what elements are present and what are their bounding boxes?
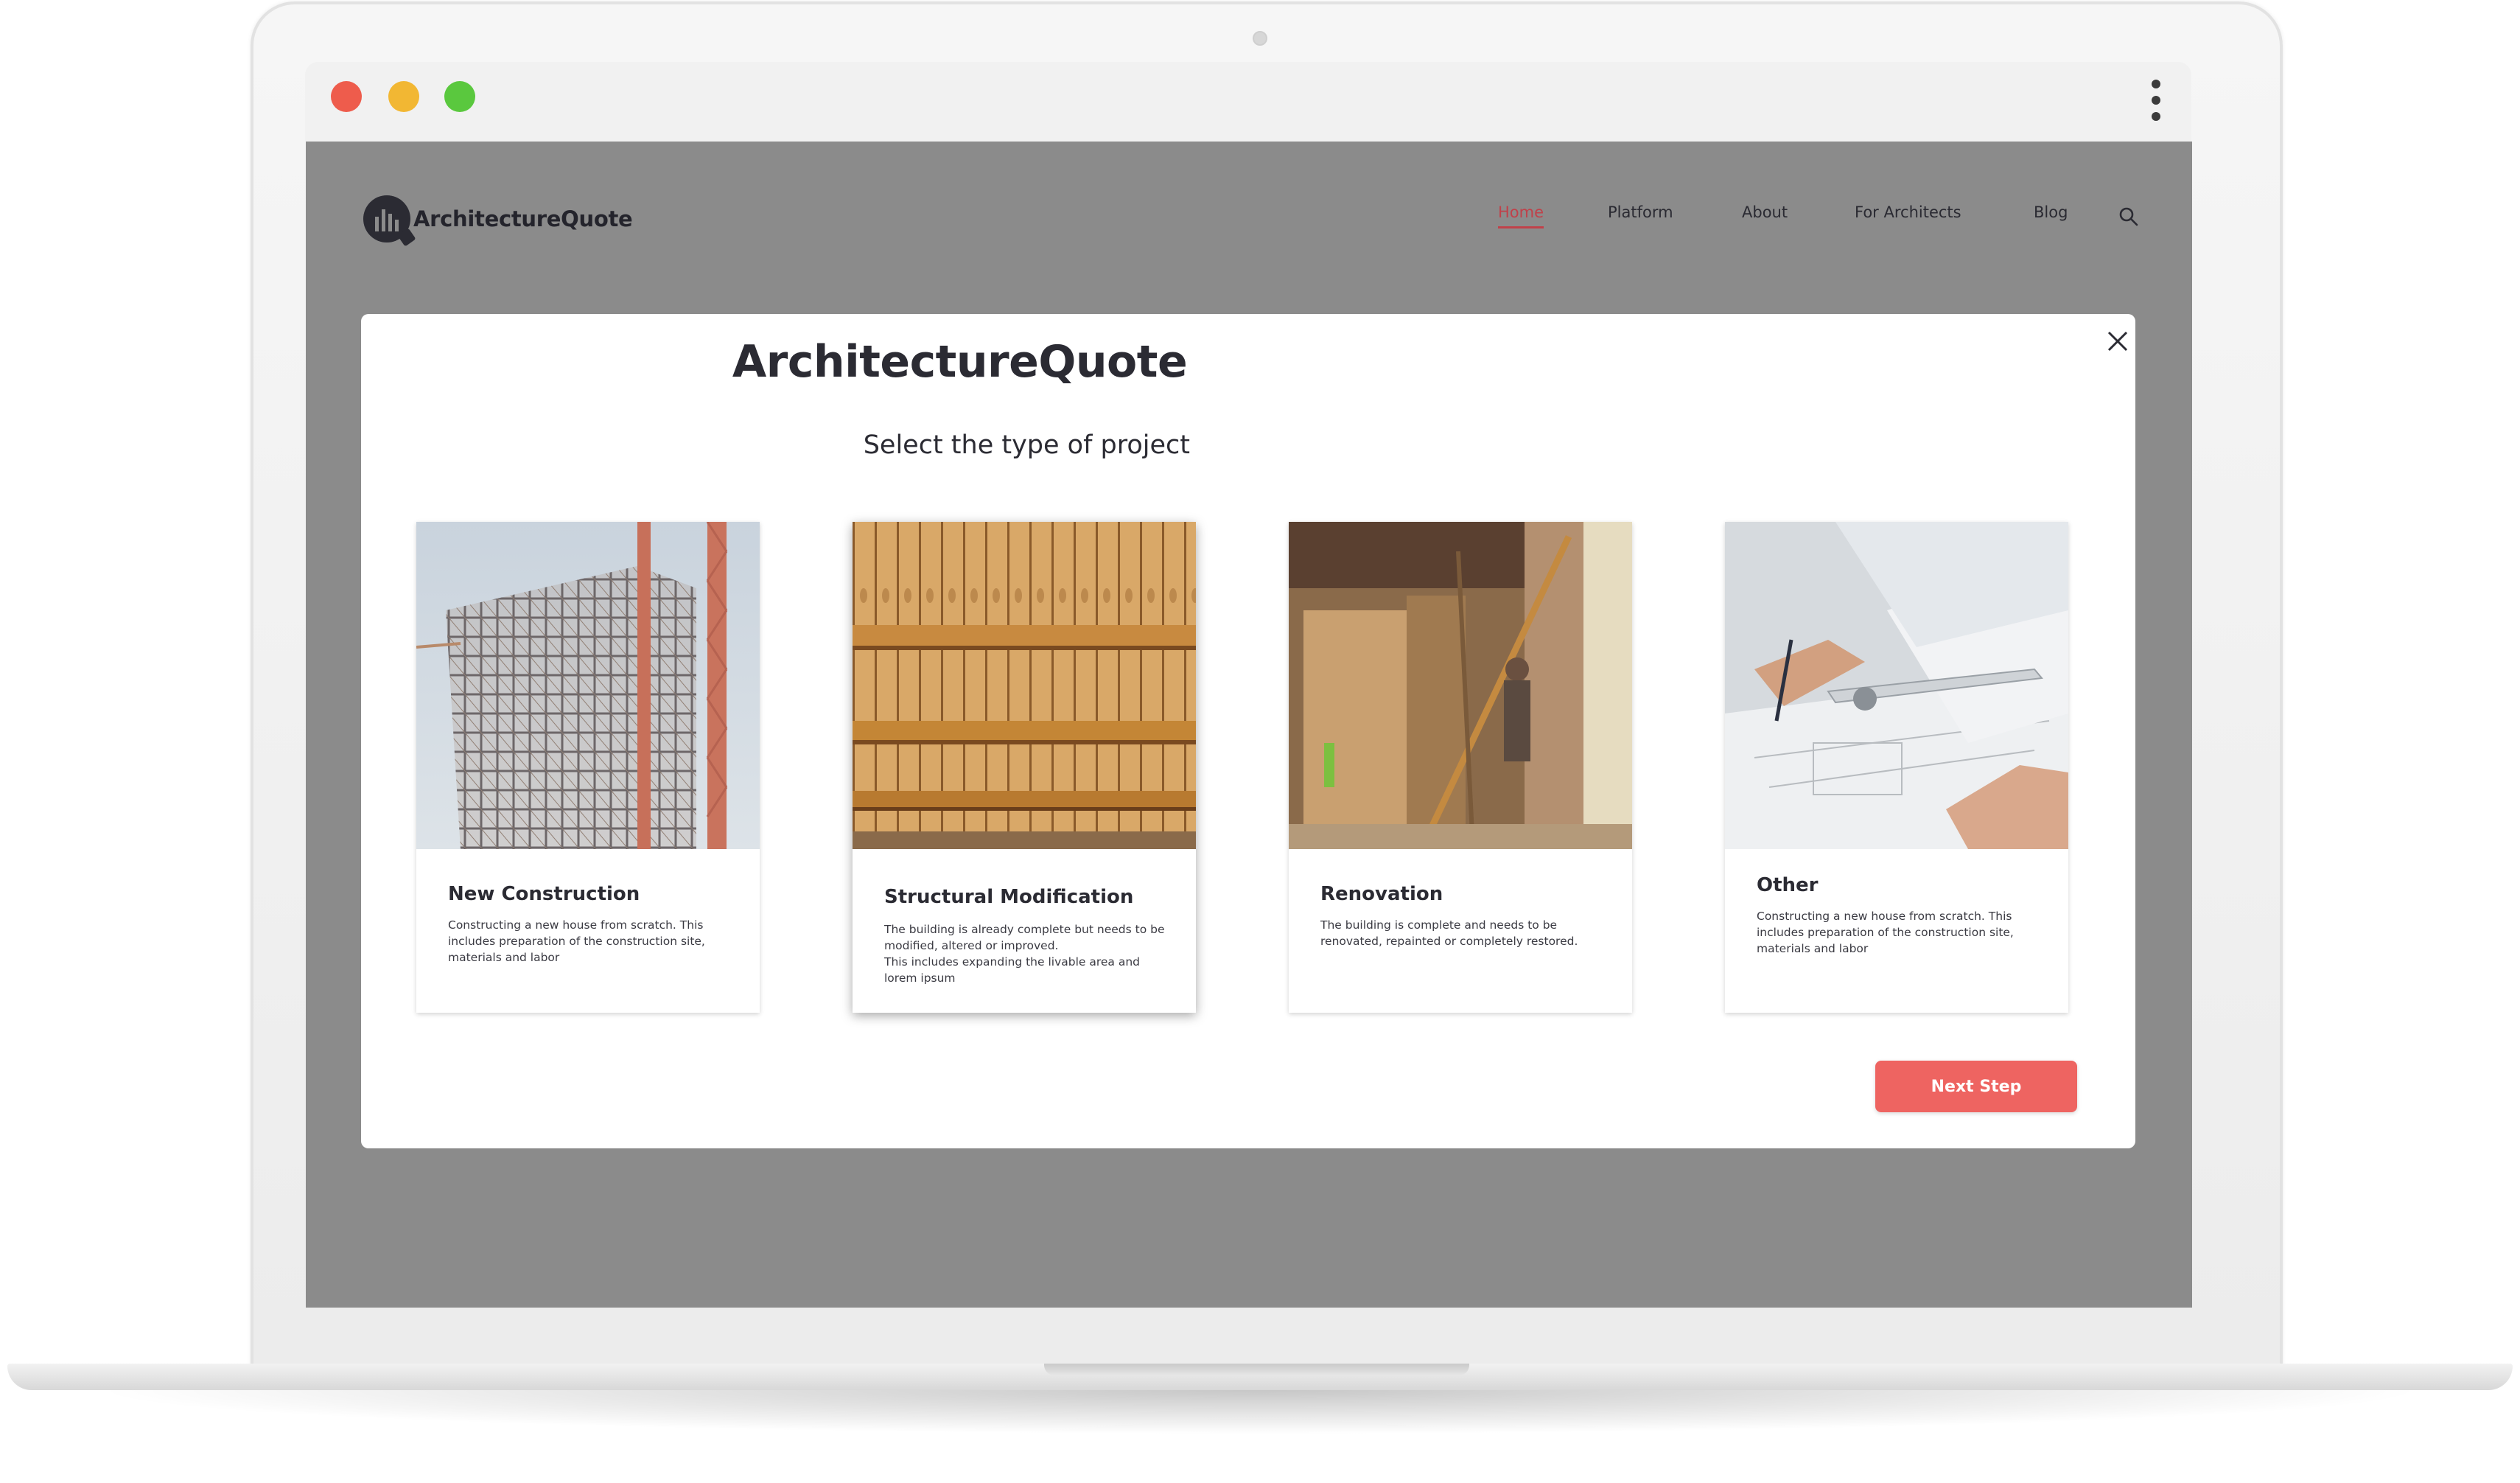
card-title: Other xyxy=(1757,874,1819,896)
nav-item-platform[interactable]: Platform xyxy=(1608,203,1673,221)
kebab-menu-icon[interactable] xyxy=(2149,80,2163,121)
project-type-modal: ArchitectureQuote Select the type of pro… xyxy=(361,314,2135,1148)
camera-icon xyxy=(1253,31,1267,46)
main-nav: Home Platform About For Architects Blog xyxy=(306,203,2192,233)
nav-item-home[interactable]: Home xyxy=(1498,203,1544,228)
laptop-notch xyxy=(1044,1364,1469,1375)
next-step-button[interactable]: Next Step xyxy=(1875,1061,2077,1112)
close-icon[interactable] xyxy=(2107,330,2129,352)
nav-item-for-architects[interactable]: For Architects xyxy=(1855,203,1961,221)
window-titlebar xyxy=(305,62,2191,142)
window-close-button[interactable] xyxy=(331,81,362,112)
nav-item-blog[interactable]: Blog xyxy=(2034,203,2068,221)
project-card-new-construction[interactable]: New Construction Constructing a new hous… xyxy=(416,522,760,1013)
architect-drawing-plans-image xyxy=(1725,522,2068,849)
card-description: Constructing a new house from scratch. T… xyxy=(448,918,705,964)
browser-viewport: ArchitectureQuote Home Platform About Fo… xyxy=(306,142,2192,1308)
card-description: The building is already complete but nee… xyxy=(884,923,1165,985)
card-title: New Construction xyxy=(448,883,640,905)
project-card-structural-modification[interactable]: Structural Modification The building is … xyxy=(853,522,1196,1013)
window-minimize-button[interactable] xyxy=(388,81,419,112)
project-card-other[interactable]: Other Constructing a new house from scra… xyxy=(1725,522,2068,1013)
card-description: The building is complete and needs to be… xyxy=(1320,918,1578,948)
search-icon[interactable] xyxy=(2118,206,2139,227)
modal-title: ArchitectureQuote xyxy=(732,336,1188,388)
nav-item-about[interactable]: About xyxy=(1742,203,1788,221)
steel-frame-building-image xyxy=(416,522,760,849)
card-title: Structural Modification xyxy=(884,886,1134,908)
project-card-renovation[interactable]: Renovation The building is complete and … xyxy=(1289,522,1632,1013)
wooden-roof-beams-image xyxy=(853,522,1196,849)
window-maximize-button[interactable] xyxy=(444,81,475,112)
laptop-shadow xyxy=(88,1390,2432,1434)
worker-renovating-interior-image xyxy=(1289,522,1632,849)
card-title: Renovation xyxy=(1320,883,1443,905)
card-description: Constructing a new house from scratch. T… xyxy=(1757,910,2014,955)
modal-subtitle: Select the type of project xyxy=(863,430,1190,460)
